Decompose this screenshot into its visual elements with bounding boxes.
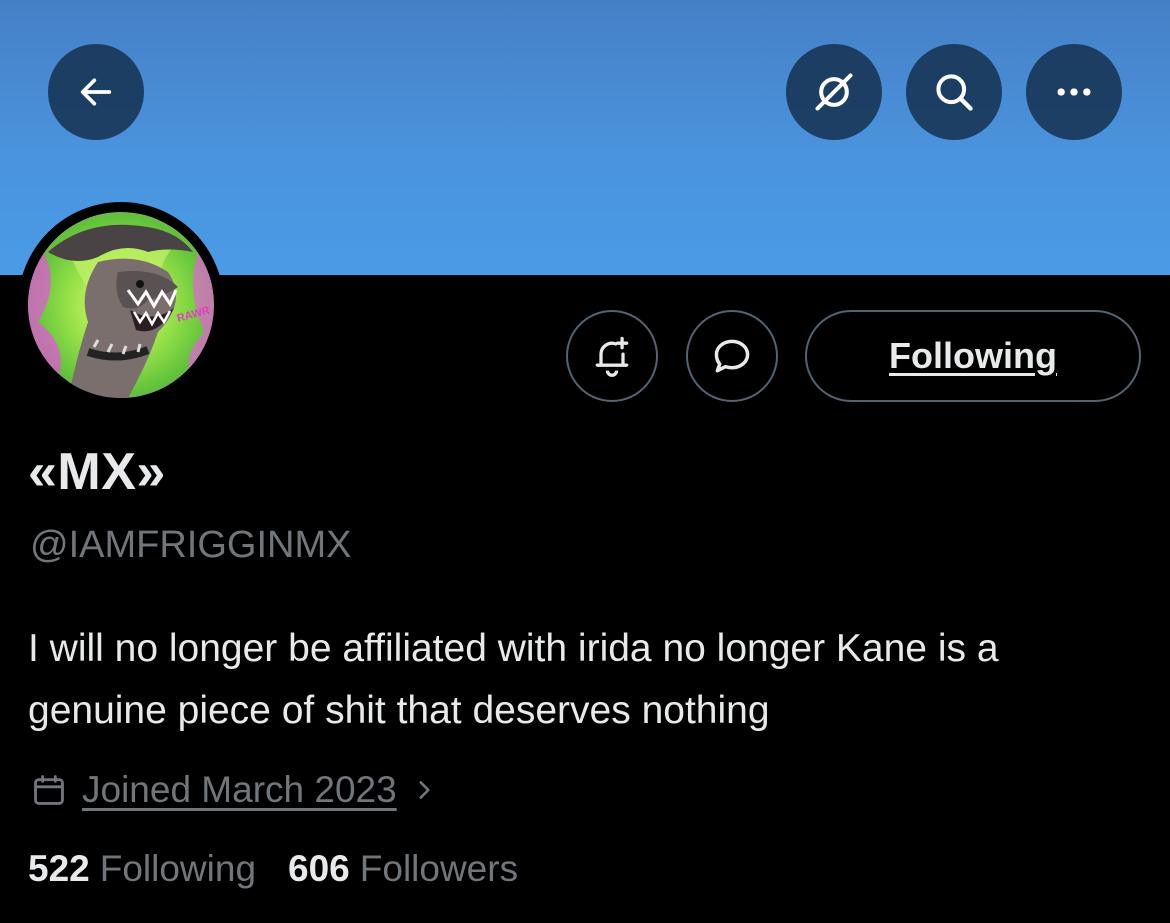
display-name: «MX»	[28, 443, 166, 501]
user-handle: @IAMFRIGGINMX	[30, 524, 352, 566]
calendar-icon	[30, 771, 68, 809]
message-button[interactable]	[686, 310, 778, 402]
search-icon	[936, 74, 973, 111]
bell-plus-icon	[595, 336, 629, 377]
profile-page: RAWR Following «MX» @IAMFRIGGINMX I will…	[0, 0, 1170, 923]
chevron-right-icon	[411, 775, 437, 805]
arrow-left-icon	[80, 78, 112, 106]
more-horizontal-icon	[1057, 88, 1091, 96]
profile-stats: 522 Following 606 Followers	[28, 848, 518, 890]
following-stat[interactable]: 522 Following	[28, 848, 256, 890]
profile-bio: I will no longer be affiliated with irid…	[28, 627, 999, 732]
grok-button[interactable]	[786, 44, 882, 140]
search-button[interactable]	[906, 44, 1002, 140]
followers-count: 606	[288, 848, 350, 889]
joined-date-text: Joined March 2023	[82, 769, 397, 810]
avatar-image: RAWR	[28, 212, 214, 398]
grok-icon	[815, 73, 853, 111]
avatar-ring: RAWR	[18, 202, 224, 408]
more-button[interactable]	[1026, 44, 1122, 140]
notify-button[interactable]	[566, 310, 658, 402]
followers-stat[interactable]: 606 Followers	[288, 848, 518, 890]
following-stat-label: Following	[99, 848, 257, 889]
followers-stat-label: Followers	[359, 848, 519, 889]
avatar[interactable]: RAWR	[28, 212, 214, 398]
message-bubble-icon	[714, 339, 750, 373]
following-count: 522	[28, 848, 90, 889]
following-button[interactable]: Following	[805, 310, 1141, 402]
back-button[interactable]	[48, 44, 144, 140]
joined-date-link[interactable]: Joined March 2023	[30, 764, 437, 816]
